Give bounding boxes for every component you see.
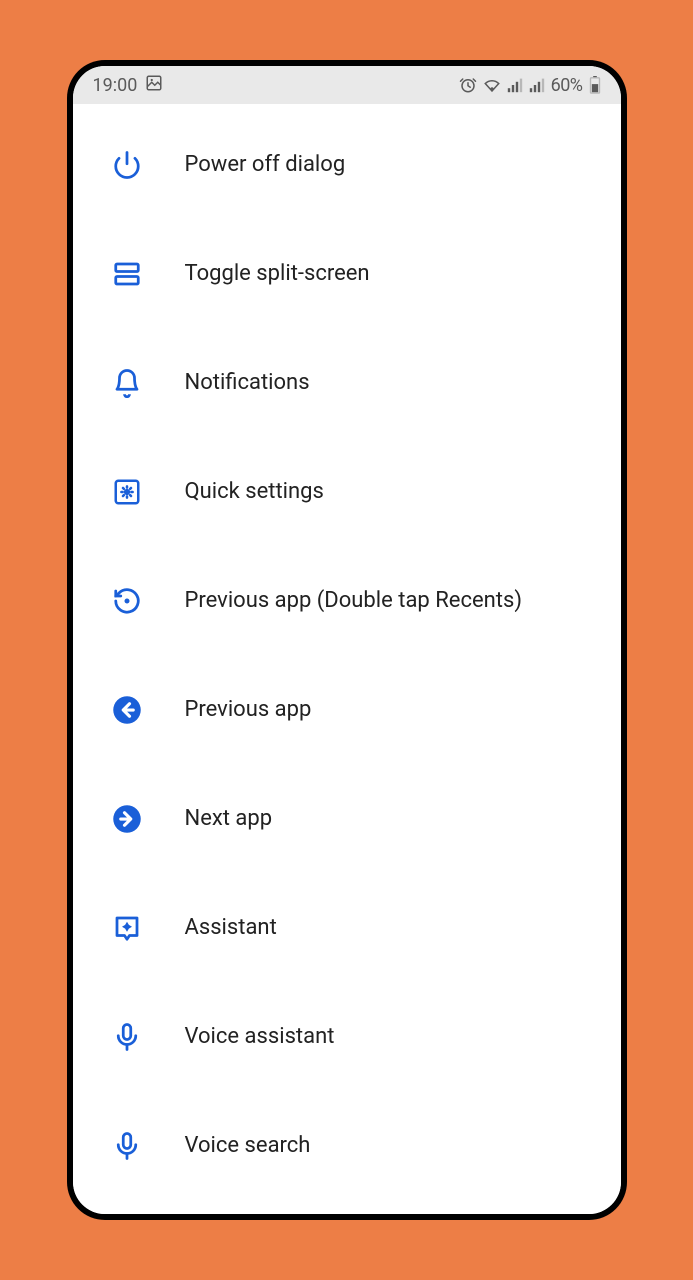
status-bar: 19:00 — [73, 66, 621, 104]
bell-icon — [109, 365, 145, 401]
menu-list: Power off dialog Toggle split-screen — [73, 104, 621, 1200]
menu-label: Notifications — [185, 370, 310, 395]
restore-icon — [109, 583, 145, 619]
menu-item-previous-app[interactable]: Previous app — [73, 655, 621, 764]
signal-icon-2 — [529, 77, 545, 93]
phone-frame: 19:00 — [67, 60, 627, 1220]
content-area: Power off dialog Toggle split-screen — [73, 104, 621, 1214]
wifi-icon — [483, 77, 501, 93]
phone-screen: 19:00 — [73, 66, 621, 1214]
assistant-icon — [109, 910, 145, 946]
menu-label: Voice search — [185, 1133, 311, 1158]
settings-box-icon — [109, 474, 145, 510]
menu-label: Previous app (Double tap Recents) — [185, 588, 523, 613]
menu-label: Voice assistant — [185, 1024, 335, 1049]
menu-item-next-app[interactable]: Next app — [73, 764, 621, 873]
menu-item-split-screen[interactable]: Toggle split-screen — [73, 219, 621, 328]
mic-icon — [109, 1019, 145, 1055]
menu-label: Quick settings — [185, 479, 324, 504]
arrow-right-circle-icon — [109, 801, 145, 837]
menu-item-notifications[interactable]: Notifications — [73, 328, 621, 437]
mic-icon — [109, 1128, 145, 1164]
power-icon — [109, 147, 145, 183]
menu-label: Previous app — [185, 697, 312, 722]
status-left: 19:00 — [93, 74, 164, 97]
menu-label: Power off dialog — [185, 152, 346, 177]
menu-label: Toggle split-screen — [185, 261, 370, 286]
menu-item-quick-settings[interactable]: Quick settings — [73, 437, 621, 546]
picture-icon — [145, 74, 163, 97]
menu-item-voice-assistant[interactable]: Voice assistant — [73, 982, 621, 1091]
menu-label: Next app — [185, 806, 273, 831]
battery-icon — [589, 76, 601, 94]
menu-item-assistant[interactable]: Assistant — [73, 873, 621, 982]
signal-icon-1 — [507, 77, 523, 93]
menu-item-previous-app-double[interactable]: Previous app (Double tap Recents) — [73, 546, 621, 655]
split-screen-icon — [109, 256, 145, 292]
status-right: 60% — [459, 75, 601, 96]
status-time: 19:00 — [93, 75, 138, 96]
menu-label: Assistant — [185, 915, 277, 940]
menu-item-voice-search[interactable]: Voice search — [73, 1091, 621, 1200]
menu-item-power-off[interactable]: Power off dialog — [73, 110, 621, 219]
alarm-icon — [459, 76, 477, 94]
arrow-left-circle-icon — [109, 692, 145, 728]
battery-percentage: 60% — [551, 75, 583, 96]
